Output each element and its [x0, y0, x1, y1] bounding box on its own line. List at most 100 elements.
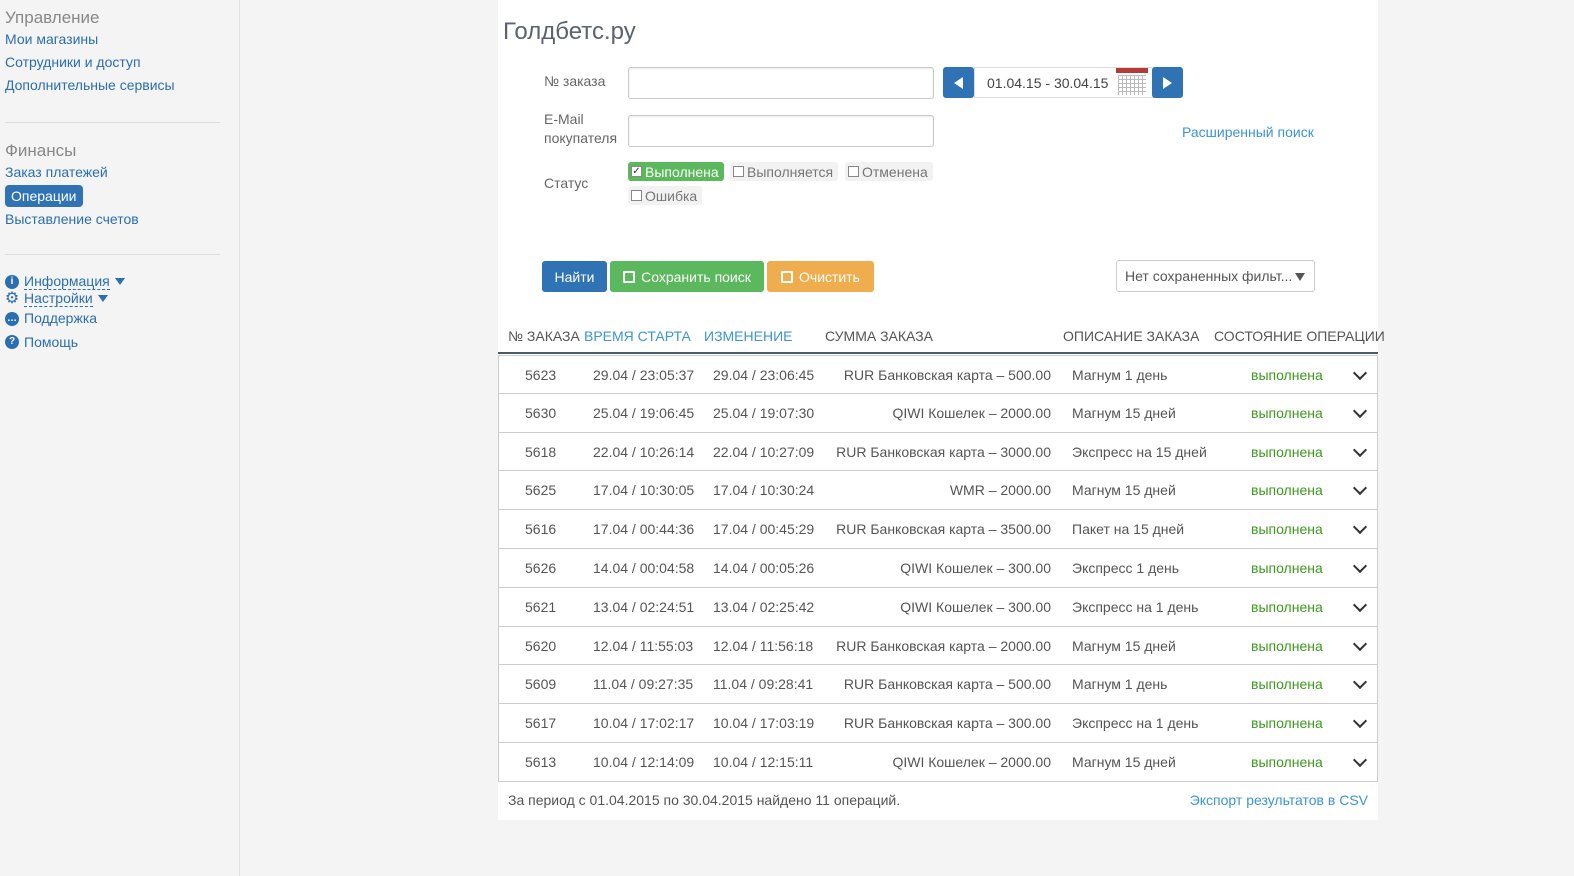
sidebar-item-help[interactable]: ? Помощь: [5, 331, 125, 355]
status-checkbox-in-progress[interactable]: Выполняется: [730, 162, 839, 181]
sidebar-item-invoicing[interactable]: Выставление счетов: [5, 208, 139, 231]
order-sum-cell: QIWI Кошелек – 300.00: [900, 559, 1051, 576]
chevron-down-icon[interactable]: [1352, 597, 1368, 612]
status-checkbox-error[interactable]: Ошибка: [628, 186, 703, 205]
sidebar-item-extra-services[interactable]: Дополнительные сервисы: [5, 74, 175, 97]
table-row[interactable]: 5625 17.04 / 10:30:05 17.04 / 10:30:24 WMR …: [498, 471, 1378, 511]
column-header-start[interactable]: ВРЕМЯ СТАРТА: [584, 328, 691, 344]
sidebar-item-settings[interactable]: ⚙ Настройки: [5, 290, 125, 307]
column-header-sum: СУММА ЗАКАЗА: [825, 328, 934, 344]
sidebar-item-operations[interactable]: Операции: [5, 185, 83, 207]
table-row[interactable]: 5620 12.04 / 11:55:03 12.04 / 11:56:18 RUR …: [498, 626, 1378, 666]
sidebar-item-support[interactable]: … Поддержка: [5, 307, 125, 331]
table-row[interactable]: 5616 17.04 / 00:44:36 17.04 / 00:45:29 RUR …: [498, 510, 1378, 549]
order-sum-cell: RUR Банковская карта – 2000.00: [836, 637, 1051, 654]
table-row[interactable]: 5626 14.04 / 00:04:58 14.04 / 00:05:26 QIWI…: [498, 548, 1378, 588]
order-description-cell: Магнум 1 день: [1072, 676, 1168, 693]
start-time-cell: 29.04 / 23:05:37: [593, 367, 695, 383]
order-description-cell: Пакет на 15 дней: [1072, 521, 1185, 538]
chat-icon: …: [5, 311, 19, 326]
prev-period-button[interactable]: [943, 67, 974, 98]
find-button[interactable]: Найти: [542, 261, 607, 292]
column-header-updated[interactable]: ИЗМЕНЕНИЕ: [704, 328, 792, 344]
info-icon: i: [5, 274, 19, 289]
chevron-down-icon[interactable]: [1352, 752, 1368, 768]
sidebar-item-payment-order[interactable]: Заказ платежей: [5, 161, 139, 184]
table-row[interactable]: 5623 29.04 / 23:05:37 29.04 / 23:06:45 RUR …: [498, 355, 1378, 394]
status-error-label: Ошибка: [645, 187, 698, 204]
order-id-cell: 5617: [525, 715, 557, 732]
operation-state-cell: выполнена: [1251, 443, 1323, 460]
column-header-description: ОПИСАНИЕ ЗАКАЗА: [1063, 328, 1200, 344]
status-checkbox-cancelled[interactable]: Отменена: [845, 162, 933, 181]
sidebar-item-info[interactable]: i Информация: [5, 273, 125, 290]
operation-state-cell: выполнена: [1251, 482, 1323, 499]
chevron-down-icon[interactable]: [1352, 714, 1368, 729]
saved-filters-value: Нет сохраненных фильт...: [1125, 268, 1293, 284]
updated-time-cell: 10.04 / 17:03:19: [713, 715, 815, 732]
order-id-cell: 5609: [525, 676, 557, 693]
order-sum-cell: RUR Банковская карта – 3000.00: [836, 443, 1051, 460]
results-summary: За период с 01.04.2015 по 30.04.2015 най…: [508, 792, 901, 808]
operation-state-cell: выполнена: [1251, 637, 1323, 654]
save-search-button[interactable]: Сохранить поиск: [610, 261, 764, 292]
next-period-button[interactable]: [1152, 67, 1183, 98]
table-row[interactable]: 5630 25.04 / 19:06:45 25.04 / 19:07:30 QIWI…: [498, 393, 1378, 433]
saved-filters-select[interactable]: Нет сохраненных фильт...: [1116, 260, 1315, 292]
chevron-down-icon[interactable]: [1352, 442, 1368, 457]
table-row[interactable]: 5609 11.04 / 09:27:35 11.04 / 09:28:41 RUR …: [498, 665, 1378, 705]
order-sum-cell: RUR Банковская карта – 500.00: [843, 367, 1051, 383]
order-id-cell: 5620: [525, 637, 557, 654]
order-description-cell: Экспресс на 15 дней: [1072, 443, 1207, 460]
order-sum-cell: RUR Банковская карта – 300.00: [843, 715, 1051, 732]
info-label: Информация: [24, 273, 110, 290]
table-header: № ЗАКАЗА ВРЕМЯ СТАРТА ИЗМЕНЕНИЕ СУММА ЗА…: [498, 318, 1385, 354]
help-icon: ?: [5, 335, 19, 350]
operation-state-cell: выполнена: [1251, 753, 1323, 770]
email-label: E-Mail покупателя: [544, 110, 617, 148]
order-sum-cell: RUR Банковская карта – 3500.00: [836, 521, 1051, 538]
date-range-value: 01.04.15 - 30.04.15: [987, 74, 1109, 91]
advanced-search-link[interactable]: Расширенный поиск: [1182, 124, 1314, 140]
clear-button[interactable]: Очистить: [767, 261, 874, 292]
order-sum-cell: RUR Банковская карта – 500.00: [843, 676, 1051, 693]
start-time-cell: 12.04 / 11:55:03: [593, 637, 694, 654]
start-time-cell: 10.04 / 12:14:09: [593, 753, 695, 770]
chevron-down-icon[interactable]: [1352, 558, 1368, 574]
chevron-down-icon[interactable]: [1352, 365, 1368, 381]
chevron-down-icon[interactable]: [1352, 675, 1368, 690]
order-description-cell: Магнум 15 дней: [1072, 753, 1176, 770]
gear-icon: ⚙: [4, 289, 20, 307]
table-row[interactable]: 5618 22.04 / 10:26:14 22.04 / 10:27:09 RUR …: [498, 432, 1378, 472]
table-row[interactable]: 5617 10.04 / 17:02:17 10.04 / 17:03:19 RUR …: [498, 704, 1378, 743]
order-number-input[interactable]: [628, 67, 934, 99]
sidebar-item-my-shops[interactable]: Мои магазины: [5, 28, 175, 51]
chevron-down-icon[interactable]: [1352, 481, 1368, 496]
order-description-cell: Магнум 15 дней: [1072, 482, 1176, 499]
calendar-icon[interactable]: [1116, 68, 1148, 97]
checkbox-icon: [631, 190, 642, 201]
table-row[interactable]: 5621 13.04 / 02:24:51 13.04 / 02:25:42 QIWI…: [498, 587, 1378, 627]
page-title: Голдбетс.ру: [503, 18, 636, 45]
export-csv-link[interactable]: Экспорт результатов в CSV: [1190, 792, 1368, 808]
arrow-right-icon: [1163, 76, 1172, 89]
checkbox-icon: [733, 166, 744, 177]
order-description-cell: Магнум 15 дней: [1072, 637, 1176, 654]
caret-down-icon: [114, 278, 125, 285]
chevron-down-icon[interactable]: [1352, 403, 1368, 418]
order-sum-cell: WMR – 2000.00: [949, 482, 1051, 499]
help-label: Помощь: [24, 333, 79, 350]
arrow-left-icon: [954, 76, 963, 89]
settings-label: Настройки: [24, 290, 93, 307]
order-description-cell: Экспресс 1 день: [1072, 559, 1180, 576]
trash-icon: [781, 270, 794, 283]
table-row[interactable]: 5613 10.04 / 12:14:09 10.04 / 12:15:11 QIWI…: [498, 742, 1378, 782]
email-input[interactable]: [628, 115, 934, 147]
save-search-label: Сохранить поиск: [641, 268, 751, 285]
dropdown-arrow-icon: [1295, 273, 1305, 281]
chevron-down-icon[interactable]: [1352, 520, 1368, 535]
chevron-down-icon[interactable]: [1352, 636, 1368, 651]
status-checkbox-done[interactable]: ✓ Выполнена: [628, 162, 724, 181]
main-panel: Голдбетс.ру № заказа 01.04.15 - 30.04.15…: [498, 0, 1385, 820]
sidebar-item-staff-access[interactable]: Сотрудники и доступ: [5, 51, 175, 74]
